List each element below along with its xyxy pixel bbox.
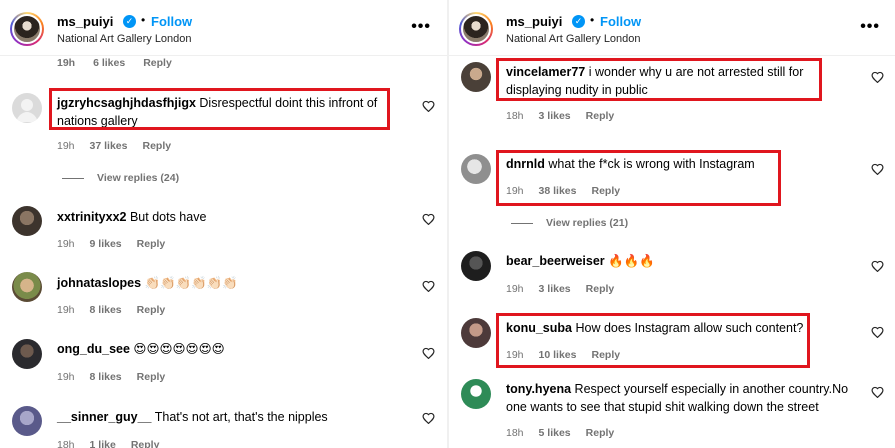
more-options-icon[interactable]: •••	[860, 18, 880, 36]
likes-count[interactable]: 8 likes	[90, 371, 122, 383]
right-post-panel: ms_puiyi ✓ • Follow National Art Gallery…	[449, 0, 895, 448]
avatar[interactable]	[461, 379, 491, 409]
avatar[interactable]	[461, 318, 491, 348]
author-avatar[interactable]	[10, 12, 44, 46]
reply-button[interactable]: Reply	[142, 140, 171, 152]
comment-meta: 18h 3 likes Reply	[506, 110, 615, 122]
comment-meta: 19h 37 likes Reply	[57, 140, 172, 152]
comment-meta: 19h 3 likes Reply	[506, 283, 615, 295]
reply-button[interactable]: Reply	[137, 371, 166, 383]
more-options-icon[interactable]: •••	[411, 18, 431, 36]
author-avatar[interactable]	[459, 12, 493, 46]
likes-count[interactable]: 5 likes	[539, 427, 571, 439]
heart-icon[interactable]	[422, 213, 435, 225]
location-link[interactable]: National Art Gallery London	[57, 33, 192, 45]
reply-button[interactable]: Reply	[137, 304, 166, 316]
heart-icon[interactable]	[422, 280, 435, 292]
avatar[interactable]	[12, 206, 42, 236]
separator: •	[141, 13, 146, 27]
highlight-box	[496, 150, 781, 206]
avatar[interactable]	[461, 251, 491, 281]
comment-text: johnataslopes 👏🏻👏🏻👏🏻👏🏻👏🏻👏🏻	[57, 276, 238, 290]
partial-comment-meta: 19h 6 likes Reply	[57, 57, 172, 69]
reply-button[interactable]: Reply	[586, 110, 615, 122]
heart-icon[interactable]	[871, 163, 884, 175]
avatar[interactable]	[461, 62, 491, 92]
location-link[interactable]: National Art Gallery London	[506, 33, 641, 45]
avatar[interactable]	[461, 154, 491, 184]
likes-count[interactable]: 3 likes	[539, 110, 571, 122]
follow-button[interactable]: Follow	[151, 14, 192, 29]
view-replies-button[interactable]: View replies (21)	[511, 217, 628, 229]
comment-username[interactable]: bear_beerweiser	[506, 254, 605, 268]
likes-count[interactable]: 9 likes	[90, 238, 122, 250]
reply-button[interactable]: Reply	[131, 439, 160, 448]
heart-icon[interactable]	[871, 326, 884, 338]
comment-username[interactable]: johnataslopes	[57, 276, 141, 290]
left-post-panel: ms_puiyi ✓ • Follow National Art Gallery…	[0, 0, 447, 448]
verified-badge-icon: ✓	[123, 15, 136, 28]
highlight-box	[49, 88, 390, 130]
comment-meta: 18h 5 likes Reply	[506, 427, 615, 439]
likes-count[interactable]: 8 likes	[90, 304, 122, 316]
comment-meta: 19h 8 likes Reply	[57, 371, 166, 383]
highlight-box	[496, 313, 810, 368]
comment-username[interactable]: xxtrinityxx2	[57, 210, 126, 224]
highlight-box	[496, 58, 822, 101]
comment-meta: 19h 9 likes Reply	[57, 238, 166, 250]
comment-text: ong_du_see 😍😍😍😍😍😍😍	[57, 342, 225, 356]
post-header: ms_puiyi ✓ • Follow National Art Gallery…	[0, 0, 447, 56]
reply-button[interactable]: Reply	[586, 283, 615, 295]
comment-username[interactable]: __sinner_guy__	[57, 410, 152, 424]
separator: •	[590, 13, 595, 27]
comment-text: __sinner_guy__ That's not art, that's th…	[57, 410, 328, 424]
heart-icon[interactable]	[422, 100, 435, 112]
comment-username[interactable]: ong_du_see	[57, 342, 130, 356]
comment-meta: 19h 8 likes Reply	[57, 304, 166, 316]
avatar[interactable]	[12, 272, 42, 302]
reply-button[interactable]: Reply	[137, 238, 166, 250]
comment-text: bear_beerweiser 🔥🔥🔥	[506, 254, 655, 268]
comment-text: xxtrinityxx2 But dots have	[57, 210, 207, 224]
follow-button[interactable]: Follow	[600, 14, 641, 29]
comment-username[interactable]: tony.hyena	[506, 382, 571, 396]
comment-meta: 18h 1 like Reply	[57, 439, 174, 448]
avatar[interactable]	[12, 406, 42, 436]
reply-button[interactable]: Reply	[586, 427, 615, 439]
author-username[interactable]: ms_puiyi	[506, 14, 562, 29]
likes-count[interactable]: 37 likes	[90, 140, 128, 152]
heart-icon[interactable]	[422, 412, 435, 424]
avatar[interactable]	[12, 339, 42, 369]
heart-icon[interactable]	[871, 260, 884, 272]
post-header: ms_puiyi ✓ • Follow National Art Gallery…	[449, 0, 895, 56]
heart-icon[interactable]	[871, 386, 884, 398]
comment-text: tony.hyena Respect yourself especially i…	[506, 382, 849, 414]
likes-count[interactable]: 1 like	[90, 439, 116, 448]
likes-count[interactable]: 3 likes	[539, 283, 571, 295]
heart-icon[interactable]	[422, 347, 435, 359]
author-username[interactable]: ms_puiyi	[57, 14, 113, 29]
verified-badge-icon: ✓	[572, 15, 585, 28]
avatar[interactable]	[12, 93, 42, 123]
heart-icon[interactable]	[871, 71, 884, 83]
view-replies-button[interactable]: View replies (24)	[62, 172, 179, 184]
